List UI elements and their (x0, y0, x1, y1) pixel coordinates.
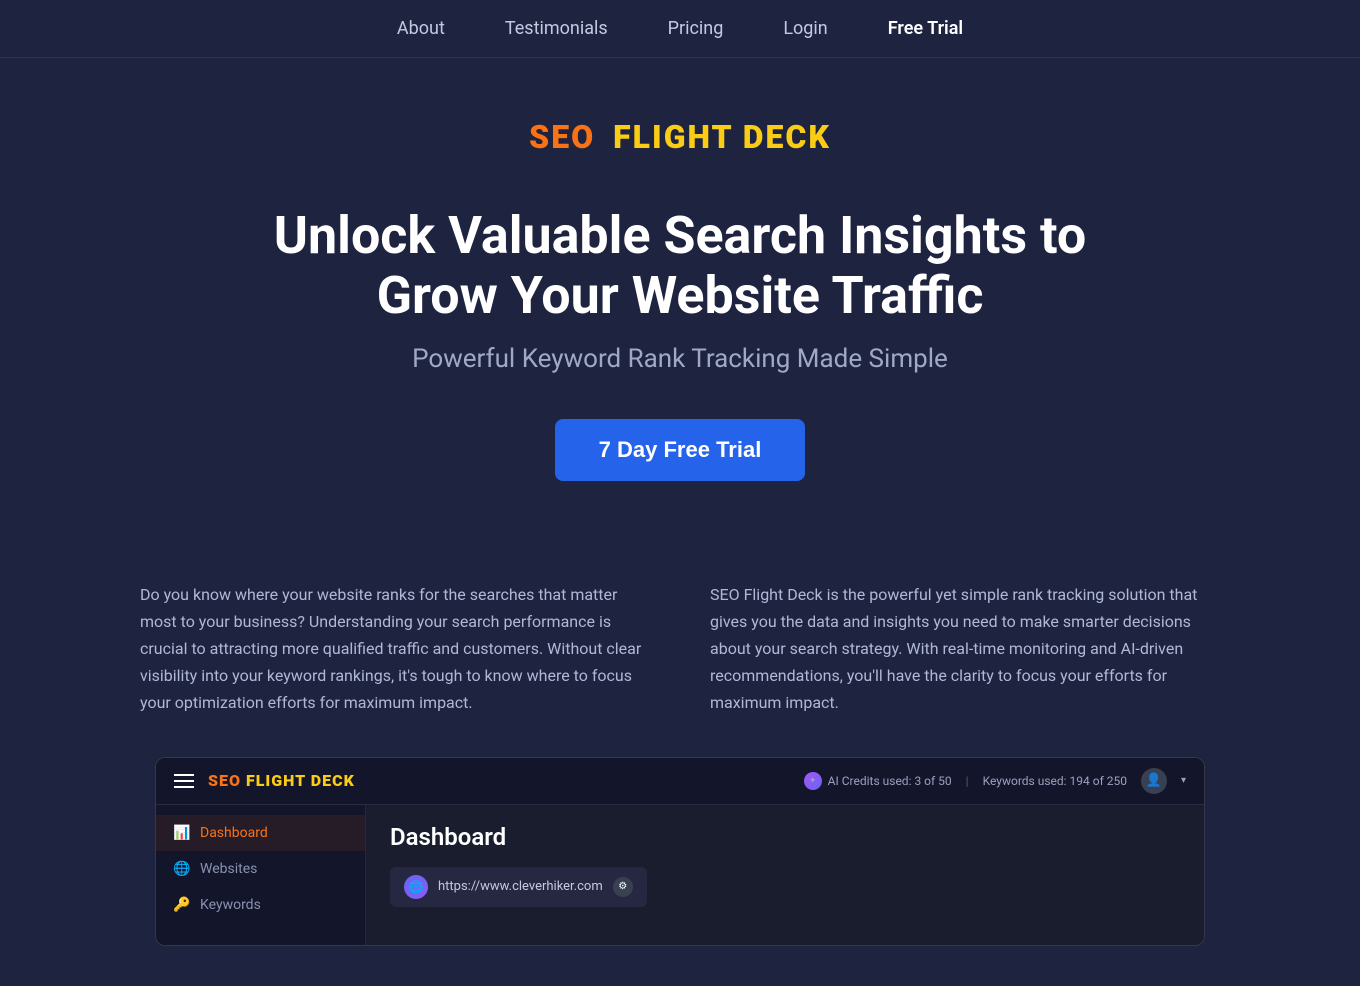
sidebar-item-keywords[interactable]: 🔑 Keywords (156, 887, 365, 923)
chevron-down-icon[interactable]: ▾ (1181, 775, 1186, 786)
logo-seo: SEO (529, 118, 595, 156)
nav-pricing[interactable]: Pricing (668, 18, 724, 39)
main-nav: About Testimonials Pricing Login Free Tr… (0, 0, 1360, 58)
app-logo-rest: FLIGHT DECK (246, 771, 355, 790)
user-avatar[interactable]: 👤 (1141, 768, 1167, 794)
left-column: Do you know where your website ranks for… (140, 581, 650, 717)
nav-testimonials[interactable]: Testimonials (505, 18, 608, 39)
app-topbar: SEO FLIGHT DECK ✦ AI Credits used: 3 of … (156, 758, 1204, 805)
sidebar-keywords-label: Keywords (200, 897, 261, 913)
ai-credits-text: AI Credits used: 3 of 50 (828, 774, 952, 788)
separator: | (966, 774, 969, 788)
app-body: 📊 Dashboard 🌐 Websites 🔑 Keywords Dashbo… (156, 805, 1204, 945)
hero-section: SEO FLIGHT DECK Unlock Valuable Search I… (0, 58, 1360, 521)
cta-button[interactable]: 7 Day Free Trial (555, 419, 806, 481)
app-logo: SEO FLIGHT DECK (208, 771, 355, 790)
globe-icon: 🌐 (404, 875, 428, 899)
url-settings-icon[interactable]: ⚙ (613, 877, 633, 897)
app-sidebar: 📊 Dashboard 🌐 Websites 🔑 Keywords (156, 805, 366, 945)
url-bar: 🌐 https://www.cleverhiker.com ⚙ (390, 867, 647, 907)
ai-credits-indicator: ✦ AI Credits used: 3 of 50 (804, 772, 952, 790)
sidebar-dashboard-label: Dashboard (200, 825, 268, 841)
app-main-content: Dashboard 🌐 https://www.cleverhiker.com … (366, 805, 1204, 945)
app-logo-seo: SEO (208, 771, 241, 790)
url-text: https://www.cleverhiker.com (438, 879, 603, 894)
sidebar-item-dashboard[interactable]: 📊 Dashboard (156, 815, 365, 851)
right-column: SEO Flight Deck is the powerful yet simp… (710, 581, 1220, 717)
app-frame: SEO FLIGHT DECK ✦ AI Credits used: 3 of … (155, 757, 1205, 946)
sidebar-websites-label: Websites (200, 861, 257, 877)
keywords-icon: 🔑 (174, 897, 190, 913)
app-topbar-right: ✦ AI Credits used: 3 of 50 | Keywords us… (804, 768, 1186, 794)
hero-subheadline: Powerful Keyword Rank Tracking Made Simp… (20, 344, 1340, 374)
dashboard-icon: 📊 (174, 825, 190, 841)
websites-icon: 🌐 (174, 861, 190, 877)
nav-free-trial[interactable]: Free Trial (888, 18, 963, 39)
dashboard-title: Dashboard (390, 823, 1180, 851)
app-topbar-left: SEO FLIGHT DECK (174, 771, 355, 790)
hamburger-icon[interactable] (174, 774, 194, 788)
nav-login[interactable]: Login (783, 18, 827, 39)
logo-rest: FLIGHT DECK (613, 118, 831, 156)
app-screenshot-wrapper: SEO FLIGHT DECK ✦ AI Credits used: 3 of … (115, 757, 1245, 986)
sidebar-item-websites[interactable]: 🌐 Websites (156, 851, 365, 887)
two-col-section: Do you know where your website ranks for… (100, 581, 1260, 717)
keywords-used-text: Keywords used: 194 of 250 (983, 774, 1127, 788)
ai-icon: ✦ (804, 772, 822, 790)
nav-about[interactable]: About (397, 18, 445, 39)
site-logo: SEO FLIGHT DECK (529, 118, 831, 156)
hero-headline: Unlock Valuable Search Insights to Grow … (230, 206, 1130, 326)
